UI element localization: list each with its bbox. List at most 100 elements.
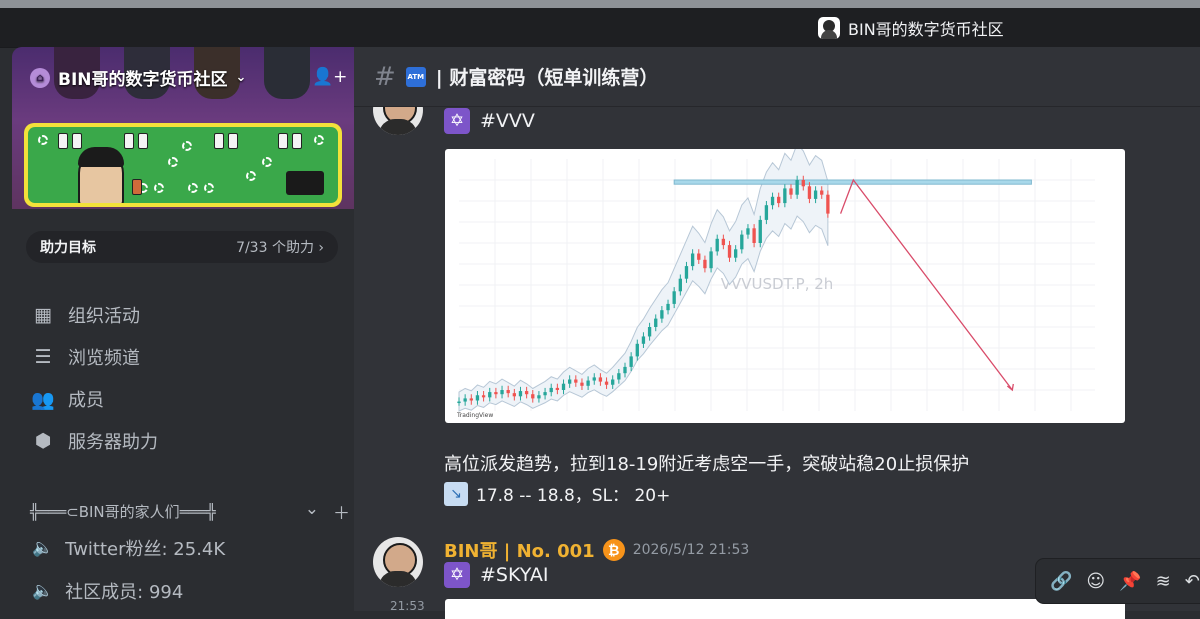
candle-body — [709, 251, 713, 269]
nav-server-boost[interactable]: ⬢ 服务器助力 — [32, 425, 332, 457]
candle-body — [654, 318, 658, 327]
server-name: BIN哥的数字货币社区 — [58, 70, 228, 90]
candle-body — [635, 343, 639, 357]
candle-body — [807, 186, 812, 199]
candle-body — [494, 392, 498, 395]
banner-poker-table — [24, 123, 342, 207]
nav-browse-channels[interactable]: ☰ 浏览频道 — [32, 341, 332, 373]
calendar-icon: ▦ — [34, 304, 52, 326]
browse-channels-icon: ☰ — [34, 346, 52, 368]
avatar[interactable] — [373, 537, 423, 587]
server-sidebar: ⌂ BIN哥的数字货币社区 ⌄ 👤+ 助力目标 7/33 个助力 › ▦ 组织活… — [12, 47, 354, 611]
channel-members[interactable]: 🔈 社区成员: 994 — [32, 578, 183, 604]
candle-body — [789, 188, 793, 195]
server-name-button[interactable]: ⌂ BIN哥的数字货币社区 ⌄ — [30, 65, 246, 90]
nav-members[interactable]: 👥 成员 — [31, 383, 332, 415]
candle-body — [617, 373, 621, 380]
candle-body — [555, 387, 560, 390]
boost-gem-icon: ⬢ — [34, 430, 52, 452]
titlebar-server-label: BIN哥的数字货币社区 — [848, 20, 1004, 39]
candle-body — [469, 398, 473, 401]
candle-body — [561, 383, 566, 390]
banner-phone — [286, 171, 324, 195]
candle-body — [820, 190, 824, 195]
home-icon: ⌂ — [30, 67, 50, 88]
boost-goal-bar[interactable]: 助力目标 7/33 个助力 › — [26, 229, 338, 263]
invite-people-icon[interactable]: 👤+ — [312, 67, 347, 87]
nav-label: 浏览频道 — [68, 348, 140, 369]
candle-body — [690, 253, 695, 267]
message-pane: # ATM | 财富密码（短单训练营） ✡ #VVV VVVUSDT.P, 2h… — [354, 47, 1200, 619]
candle-body — [500, 390, 504, 395]
add-reaction-icon[interactable]: ☺ — [1086, 571, 1105, 592]
star-of-david-icon: ✡ — [444, 108, 470, 134]
chart-decreasing-icon: ↘ — [444, 481, 468, 506]
voice-locked-icon: 🔈 — [32, 581, 54, 601]
candle-body — [801, 180, 805, 187]
titlebar-server: BIN哥的数字货币社区 — [818, 16, 1004, 40]
category-name: ╬═══⊂BIN哥的家人们═══╬ — [30, 503, 216, 521]
candle-body — [770, 196, 775, 206]
candle-body — [678, 278, 682, 292]
candle-body — [488, 392, 492, 398]
reply-icon[interactable]: ↶ — [1185, 571, 1200, 592]
threads-icon[interactable]: ≋ — [1156, 571, 1171, 592]
pin-icon[interactable]: 📌 — [1119, 571, 1141, 592]
candle-body — [666, 303, 670, 311]
candle-body — [611, 379, 615, 385]
chart-image[interactable]: VVVUSDT.P, 2h TradingView — [445, 149, 1125, 423]
candle-body — [549, 387, 553, 393]
candle-body — [715, 238, 719, 252]
message-text: 高位派发趋势，拉到18-19附近考虑空一手，突破站稳20止损保护 — [444, 454, 970, 475]
candle-body — [684, 266, 689, 279]
chart-footer: TradingView — [456, 412, 493, 419]
chart-image[interactable] — [445, 599, 1125, 619]
candle-body — [783, 188, 787, 204]
server-banner[interactable]: ⌂ BIN哥的数字货币社区 ⌄ 👤+ — [12, 47, 354, 209]
candle-body — [568, 379, 572, 384]
channel-category[interactable]: ╬═══⊂BIN哥的家人们═══╬ ⌄ ＋ — [30, 499, 350, 524]
candle-body — [721, 238, 726, 246]
candle-body — [629, 356, 633, 367]
candle-body — [531, 394, 535, 399]
nav-events[interactable]: ▦ 组织活动 — [32, 299, 332, 331]
channel-twitter[interactable]: 🔈 Twitter粉丝: 25.4K — [32, 535, 225, 561]
candle-body — [586, 380, 590, 386]
candle-body — [623, 366, 627, 374]
candle-body — [475, 395, 480, 401]
candle-body — [746, 228, 750, 235]
title-bar: BIN哥的数字货币社区 — [0, 8, 1200, 48]
channel-title: | 财富密码（短单训练营） — [435, 67, 659, 89]
banner-felt — [28, 127, 338, 203]
link-icon[interactable]: 🔗 — [1050, 571, 1072, 592]
tag-text: #VVV — [480, 110, 535, 132]
candle-body — [733, 249, 738, 258]
star-of-david-icon: ✡ — [444, 562, 470, 588]
candle-body — [826, 194, 830, 214]
message-tag: ✡ #SKYAI — [444, 562, 549, 588]
candle-body — [543, 392, 547, 396]
message-header: BIN哥 | No. 001 ₿ 2026/5/12 21:53 — [444, 537, 749, 563]
candle-body — [641, 336, 646, 344]
atm-emoji-icon: ATM — [405, 66, 426, 87]
trade-text: 17.8 -- 18.8，SL： 20+ — [476, 486, 671, 506]
candle-body — [604, 381, 609, 385]
candle-body — [758, 219, 762, 243]
trade-line: ↘ 17.8 -- 18.8，SL： 20+ — [444, 481, 670, 506]
candle-body — [537, 395, 541, 399]
candle-body — [574, 379, 578, 383]
banner-character — [78, 147, 124, 203]
chevron-down-icon[interactable]: ⌄ — [305, 499, 319, 524]
candle-body — [752, 228, 756, 243]
candle-body — [727, 245, 732, 258]
candle-body — [703, 259, 707, 269]
candle-body — [813, 190, 818, 199]
add-channel-icon[interactable]: ＋ — [333, 499, 350, 524]
price-chart: VVVUSDT.P, 2h TradingView — [456, 149, 1095, 419]
message-tag: ✡ #VVV — [444, 108, 535, 134]
author-name[interactable]: BIN哥 | No. 001 — [444, 537, 595, 563]
candle-body — [795, 180, 799, 195]
candle-body — [660, 310, 664, 319]
candle-body — [463, 398, 467, 402]
candle-body — [580, 382, 584, 386]
